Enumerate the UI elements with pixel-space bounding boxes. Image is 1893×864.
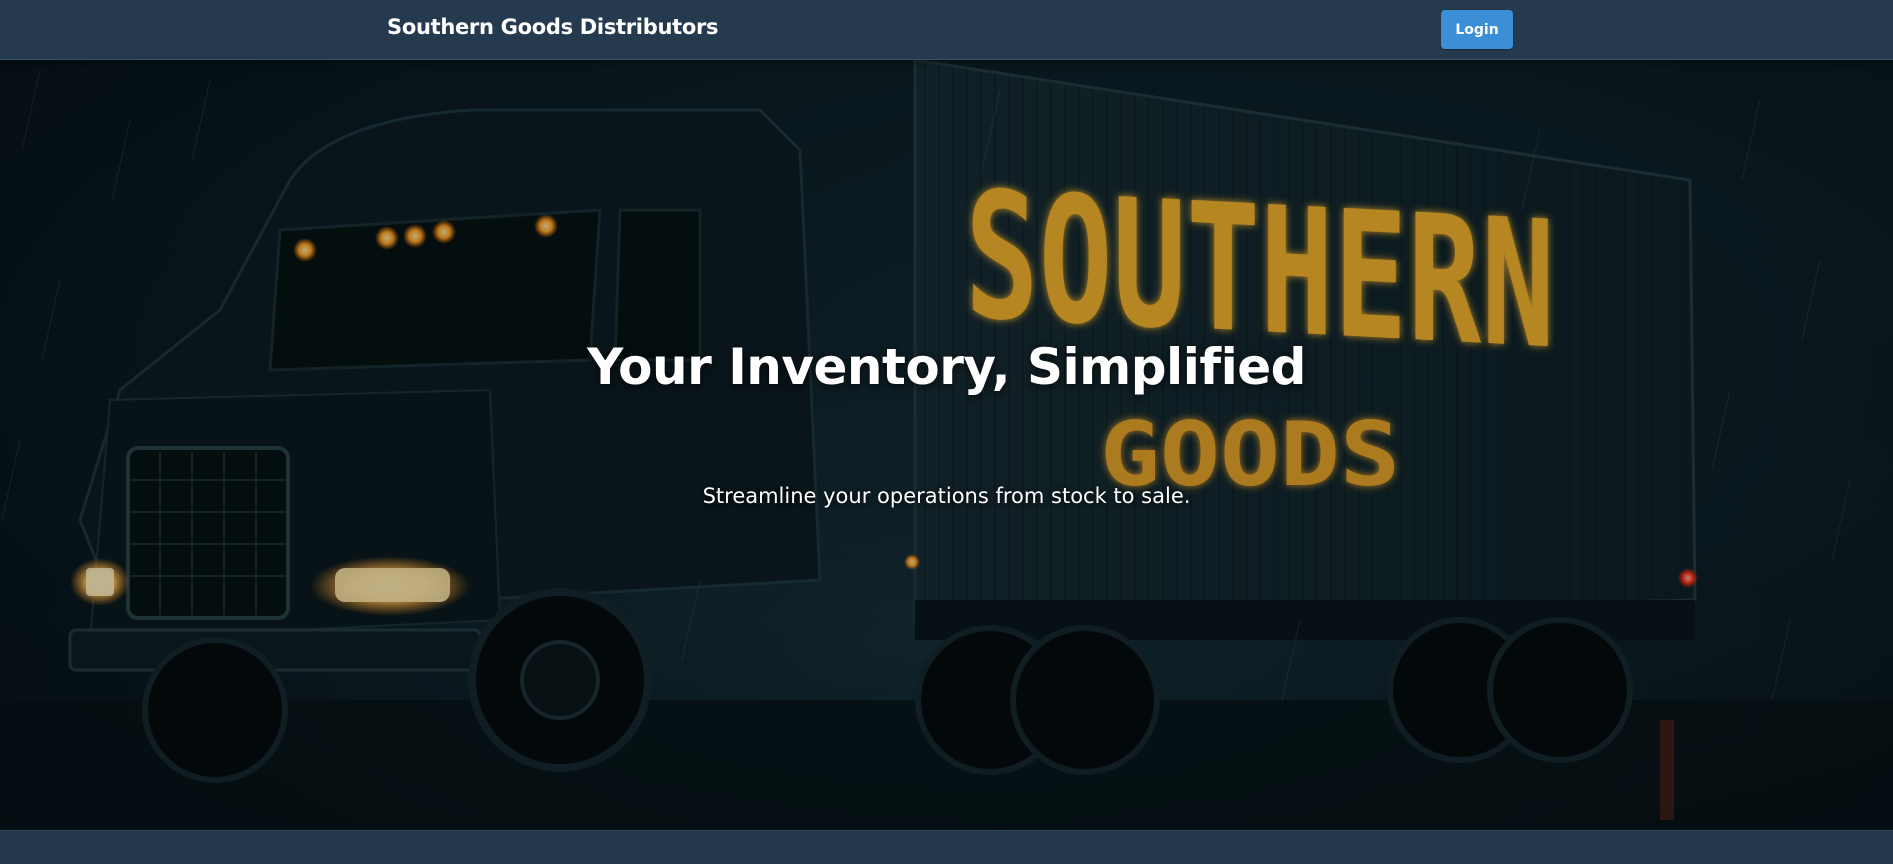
page-footer-strip: [0, 830, 1893, 864]
hero-section: SOUTHERN GOODS: [0, 60, 1893, 830]
hero-dark-overlay: [0, 60, 1893, 830]
login-button[interactable]: Login: [1441, 10, 1513, 49]
top-navbar: Southern Goods Distributors Login: [0, 0, 1893, 60]
brand-title[interactable]: Southern Goods Distributors: [387, 15, 719, 39]
hero-title: Your Inventory, Simplified: [587, 338, 1306, 396]
hero-subtitle: Streamline your operations from stock to…: [702, 484, 1191, 508]
